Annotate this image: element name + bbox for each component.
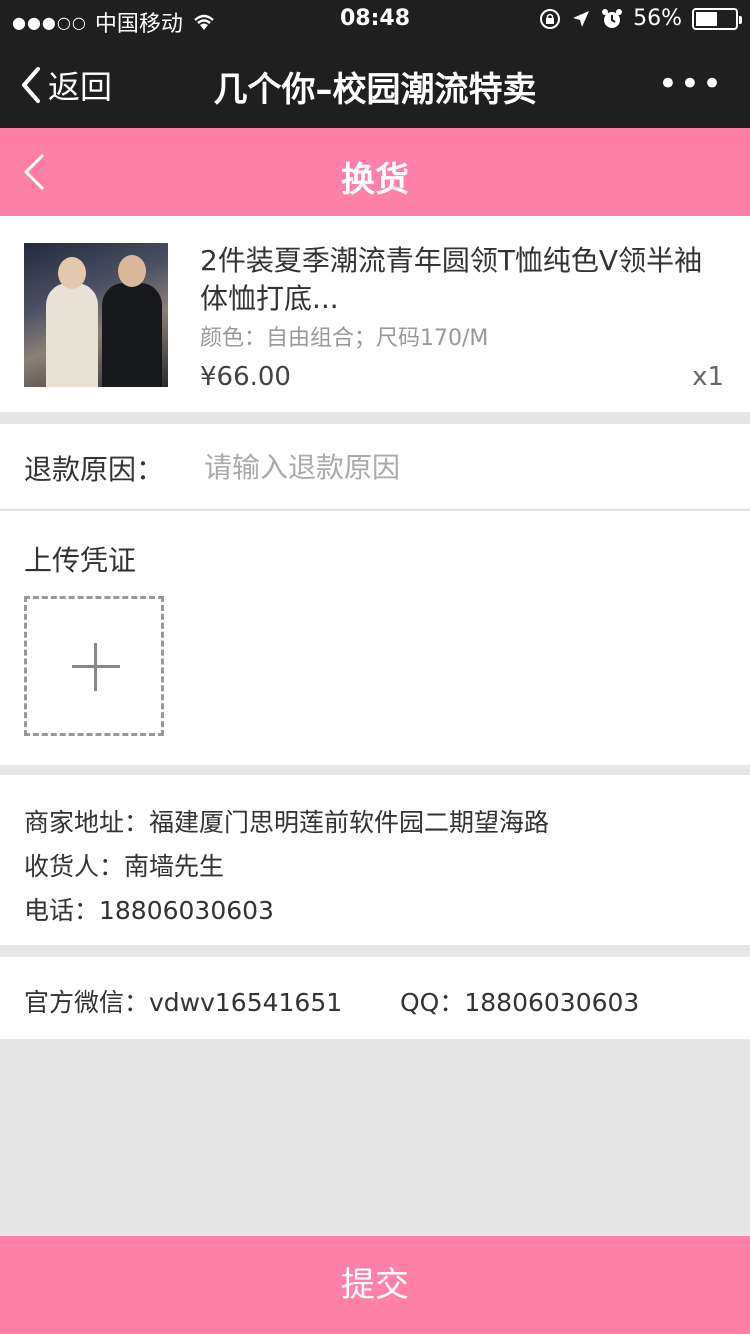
alarm-icon (602, 8, 623, 28)
battery-fill (696, 11, 718, 26)
merchant-info: 商家地址：福建厦门思明莲前软件园二期望海路 收货人：南墙先生 电话：188060… (0, 775, 750, 945)
product-title: 2件装夏季潮流青年圆领T恤纯色V领半袖体恤打底... (200, 244, 703, 315)
status-right: 56% (539, 6, 742, 31)
reason-label: 退款原因： (24, 453, 165, 486)
product-thumbnail (24, 243, 168, 387)
product-quantity: x1 (692, 362, 724, 392)
thumbnail-figure-left (46, 283, 98, 387)
merchant-phone[interactable]: 电话：18806030603 (24, 891, 274, 927)
wechat-nav-bar: 返回 几个你–校园潮流特卖 ••• (0, 40, 750, 128)
battery-percent: 56% (633, 6, 682, 31)
add-photo-button[interactable] (24, 596, 164, 736)
reason-row: 退款原因： (0, 424, 750, 510)
nav-title: 几个你–校园潮流特卖 (213, 70, 537, 110)
battery-icon (692, 7, 742, 30)
merchant-address: 商家地址：福建厦门思明莲前软件园二期望海路 (24, 808, 550, 837)
product-price: ¥66.00 (200, 362, 291, 392)
location-arrow-icon (573, 10, 590, 27)
product-spec: 颜色：自由组合；尺码170/M (200, 326, 489, 351)
thumbnail-head-right (118, 255, 146, 287)
thumbnail-figure-right (102, 283, 162, 387)
thumbnail-head-left (58, 257, 86, 289)
contact-info: 官方微信：vdwv16541651 QQ：18806030603 (0, 957, 750, 1039)
upload-label: 上传凭证 (24, 544, 137, 577)
qq-number: QQ：18806030603 (400, 988, 640, 1017)
page-header: 换货 (0, 128, 750, 216)
page-title: 换货 (341, 160, 409, 200)
add-photo-icon-vertical (94, 643, 97, 691)
merchant-receiver: 收货人：南墙先生 (24, 852, 225, 881)
more-icon[interactable]: ••• (658, 64, 724, 104)
wechat-id: 官方微信：vdwv16541651 (24, 988, 343, 1017)
lock-rotation-icon (540, 8, 561, 29)
reason-input[interactable] (204, 442, 724, 492)
status-bar: ●●●○○ 中国移动 08:48 56% (0, 0, 750, 40)
upload-section: 上传凭证 (0, 511, 750, 765)
submit-button[interactable]: 提交 (0, 1236, 750, 1334)
product-card: 2件装夏季潮流青年圆领T恤纯色V领半袖体恤打底... 颜色：自由组合；尺码170… (0, 216, 750, 412)
